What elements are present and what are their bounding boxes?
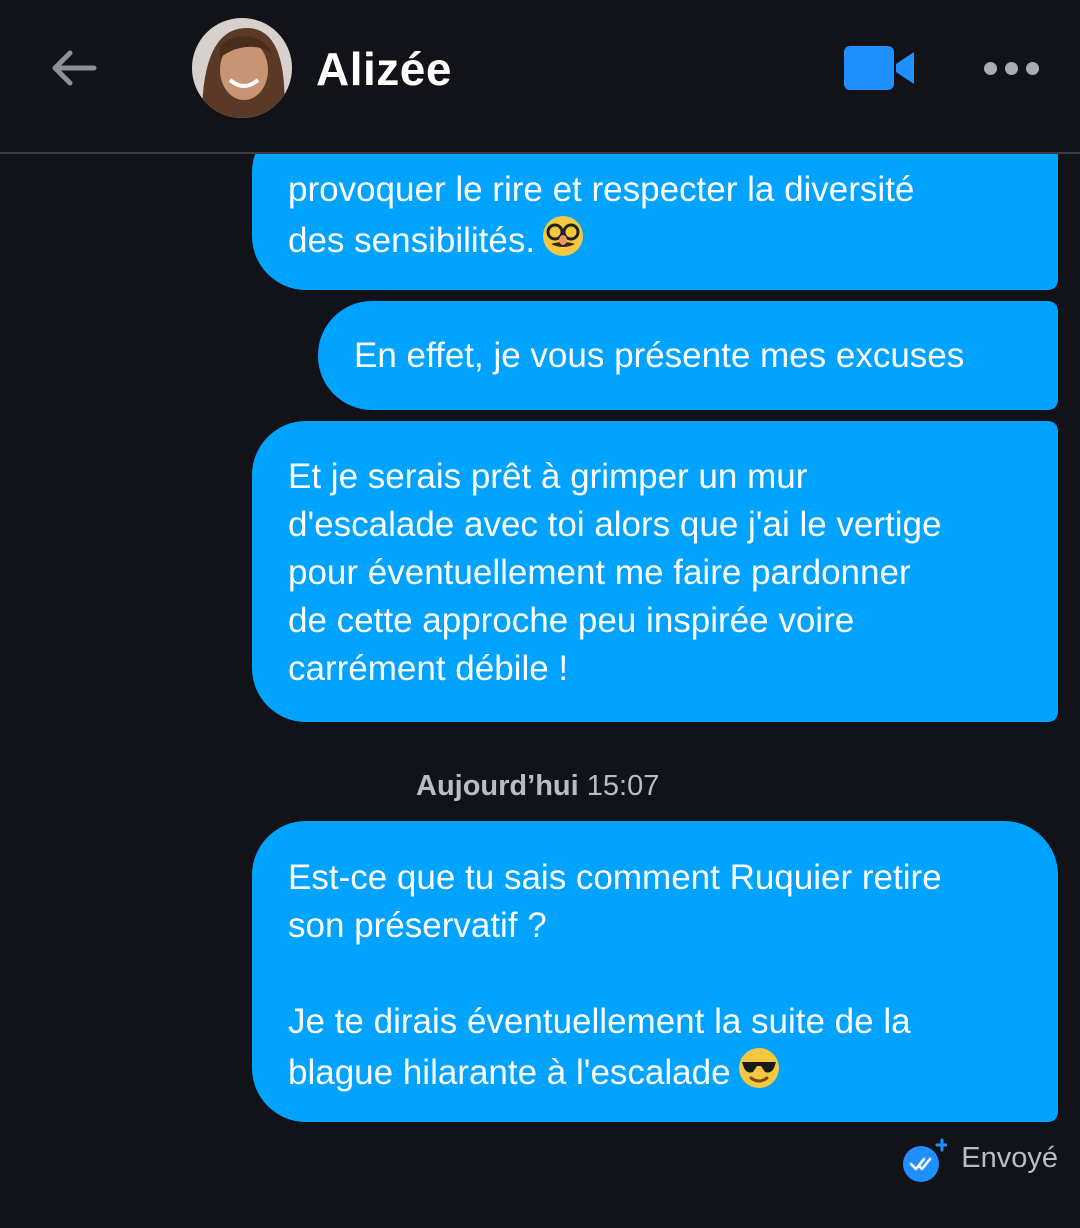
video-call-button[interactable] <box>842 42 918 94</box>
message-text: Et je serais prêt à grimper un mur d'esc… <box>288 457 942 688</box>
sunglasses-face-icon <box>737 1046 781 1103</box>
chat-header: Alizée <box>0 0 1080 154</box>
more-dots-icon <box>1025 61 1039 75</box>
more-dots-icon <box>983 61 997 75</box>
timestamp-time: 15:07 <box>586 770 660 802</box>
status-label: Envoyé <box>961 1141 1058 1174</box>
message-bubble[interactable]: Et je serais prêt à grimper un mur d'esc… <box>252 421 1058 722</box>
more-dots-icon <box>1004 61 1018 75</box>
chat-screen: Alizée provoquer le rire et respecter la… <box>0 0 1080 1228</box>
message-bubble[interactable]: Est-ce que tu sais comment Ruquier retir… <box>252 821 1058 1122</box>
message-text: En effet, je vous présente mes excuses <box>354 336 965 375</box>
message-text: provoquer le rire et respecter la divers… <box>288 170 915 260</box>
timestamp-day: Aujourd’hui <box>416 770 579 802</box>
more-options-button[interactable] <box>978 48 1044 88</box>
message-status: Envoyé <box>903 1138 1058 1182</box>
avatar-photo <box>192 18 292 118</box>
back-button[interactable] <box>44 38 104 98</box>
avatar[interactable] <box>192 18 292 118</box>
disguise-face-icon <box>541 214 585 271</box>
arrow-left-icon <box>52 50 97 86</box>
message-bubble[interactable]: En effet, je vous présente mes excuses <box>318 301 1058 410</box>
message-text: Est-ce que tu sais comment Ruquier retir… <box>288 858 942 1092</box>
video-camera-icon <box>844 46 914 90</box>
double-check-icon <box>903 1138 949 1182</box>
contact-name[interactable]: Alizée <box>316 42 452 96</box>
